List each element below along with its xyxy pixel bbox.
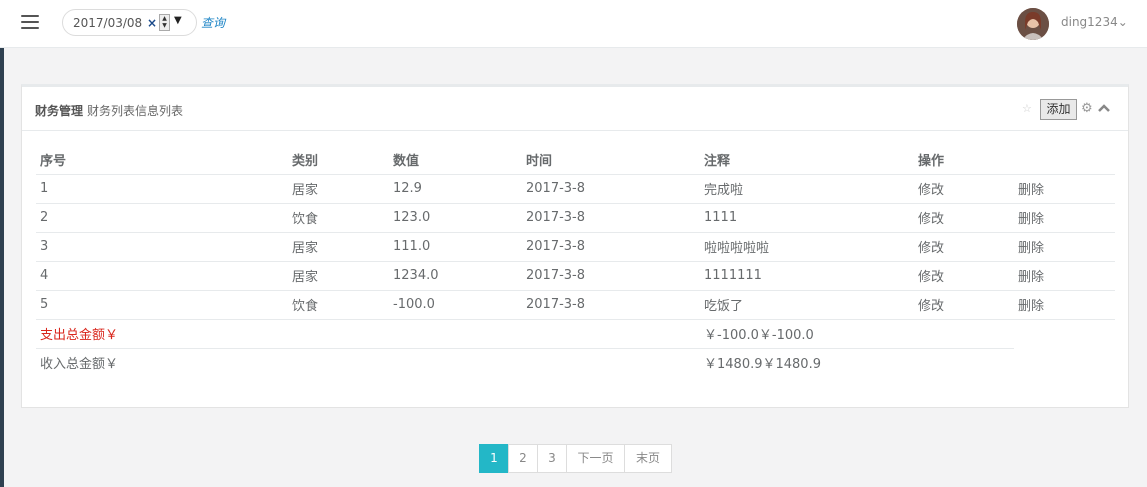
dropdown-icon[interactable]: ▼ [174, 15, 182, 26]
edit-link[interactable]: 修改 [914, 203, 1014, 233]
chevron-up-icon[interactable] [1097, 101, 1111, 115]
table-header-row: 序号 类别 数值 时间 注释 操作 [36, 145, 1115, 175]
table-row: 5 饮食 -100.0 2017-3-8 吃饭了 修改 删除 [36, 290, 1115, 320]
last-page-button[interactable]: 末页 [624, 444, 672, 473]
header-category: 类别 [288, 145, 389, 175]
cell-note: 完成啦 [700, 174, 914, 204]
query-link[interactable]: 查询 [201, 14, 225, 31]
cell-value: 12.9 [389, 174, 522, 204]
expense-total-row: 支出总金额￥ ￥-100.0￥-100.0 [36, 319, 1115, 349]
header-id: 序号 [36, 145, 288, 175]
panel-subtitle: 财务列表信息列表 [87, 104, 184, 118]
page-1-button[interactable]: 1 [479, 444, 509, 473]
pagination: 1 2 3 下一页 末页 [479, 444, 672, 473]
sidebar-edge [0, 48, 4, 487]
cell-time: 2017-3-8 [522, 174, 700, 204]
header-blank [1014, 145, 1115, 175]
cell-id: 2 [36, 203, 288, 233]
next-page-button[interactable]: 下一页 [566, 444, 625, 473]
cell-category: 居家 [288, 174, 389, 204]
cell-value: 123.0 [389, 203, 522, 233]
empty-cell [1014, 348, 1115, 377]
cell-time: 2017-3-8 [522, 261, 700, 291]
date-picker[interactable]: 2017/03/08 × ▲ ▼ ▼ [62, 9, 197, 36]
cell-note: 1111111 [700, 261, 914, 291]
header-value: 数值 [389, 145, 522, 175]
star-icon: ☆ [1022, 102, 1032, 115]
edit-link[interactable]: 修改 [914, 290, 1014, 320]
top-navbar: 2017/03/08 × ▲ ▼ ▼ 查询 ding1234⌄ [0, 0, 1147, 48]
cell-note: 吃饭了 [700, 290, 914, 320]
panel-title: 财务管理 [35, 104, 84, 118]
user-menu[interactable]: ding1234⌄ [1061, 15, 1128, 29]
finance-panel: 财务管理 财务列表信息列表 ☆ 添加 ⚙ 序号 类别 数值 时间 注释 操作 1… [21, 84, 1129, 408]
page-3-button[interactable]: 3 [537, 444, 567, 473]
cell-time: 2017-3-8 [522, 203, 700, 233]
expense-total-label: 支出总金额￥ [36, 319, 700, 349]
delete-link[interactable]: 删除 [1014, 261, 1115, 291]
menu-toggle-icon[interactable] [21, 15, 39, 29]
table-row: 3 居家 111.0 2017-3-8 啦啦啦啦啦 修改 删除 [36, 232, 1115, 262]
cell-time: 2017-3-8 [522, 232, 700, 262]
delete-link[interactable]: 删除 [1014, 290, 1115, 320]
cell-note: 1111 [700, 203, 914, 233]
table-row: 4 居家 1234.0 2017-3-8 1111111 修改 删除 [36, 261, 1115, 291]
cell-id: 5 [36, 290, 288, 320]
cell-value: -100.0 [389, 290, 522, 320]
cell-note: 啦啦啦啦啦 [700, 232, 914, 262]
cell-category: 饮食 [288, 203, 389, 233]
cell-value: 1234.0 [389, 261, 522, 291]
caret-icon: ⌄ [1117, 15, 1128, 29]
table-row: 2 饮食 123.0 2017-3-8 1111 修改 删除 [36, 203, 1115, 233]
income-total-row: 收入总金额￥ ￥1480.9￥1480.9 [36, 348, 1115, 377]
delete-link[interactable]: 删除 [1014, 203, 1115, 233]
cell-id: 4 [36, 261, 288, 291]
gear-icon[interactable]: ⚙ [1081, 101, 1093, 116]
income-total-label: 收入总金额￥ [40, 357, 119, 373]
edit-link[interactable]: 修改 [914, 261, 1014, 291]
panel-header: 财务管理 财务列表信息列表 ☆ 添加 ⚙ [22, 87, 1128, 131]
edit-link[interactable]: 修改 [914, 174, 1014, 204]
delete-link[interactable]: 删除 [1014, 174, 1115, 204]
cell-value: 111.0 [389, 232, 522, 262]
empty-cell [1014, 319, 1115, 348]
panel-tools: ☆ 添加 ⚙ [1022, 99, 1112, 121]
cell-category: 居家 [288, 261, 389, 291]
finance-table: 序号 类别 数值 时间 注释 操作 1 居家 12.9 2017-3-8 完成啦… [36, 145, 1115, 377]
header-note: 注释 [700, 145, 914, 175]
avatar[interactable] [1017, 8, 1049, 40]
page-2-button[interactable]: 2 [508, 444, 538, 473]
add-button[interactable]: 添加 [1040, 99, 1077, 120]
delete-link[interactable]: 删除 [1014, 232, 1115, 262]
cell-id: 3 [36, 232, 288, 262]
expense-total-value: ￥-100.0￥-100.0 [700, 319, 1014, 349]
clear-icon[interactable]: × [147, 16, 157, 30]
edit-link[interactable]: 修改 [914, 232, 1014, 262]
table-row: 1 居家 12.9 2017-3-8 完成啦 修改 删除 [36, 174, 1115, 204]
income-total-value: ￥1480.9￥1480.9 [704, 357, 821, 373]
header-actions: 操作 [914, 145, 1014, 175]
spinner-icon[interactable]: ▲ ▼ [159, 14, 170, 31]
header-time: 时间 [522, 145, 700, 175]
username-label: ding1234 [1061, 15, 1118, 29]
date-input[interactable]: 2017/03/08 [73, 16, 142, 30]
cell-category: 居家 [288, 232, 389, 262]
cell-category: 饮食 [288, 290, 389, 320]
cell-time: 2017-3-8 [522, 290, 700, 320]
cell-id: 1 [36, 174, 288, 204]
